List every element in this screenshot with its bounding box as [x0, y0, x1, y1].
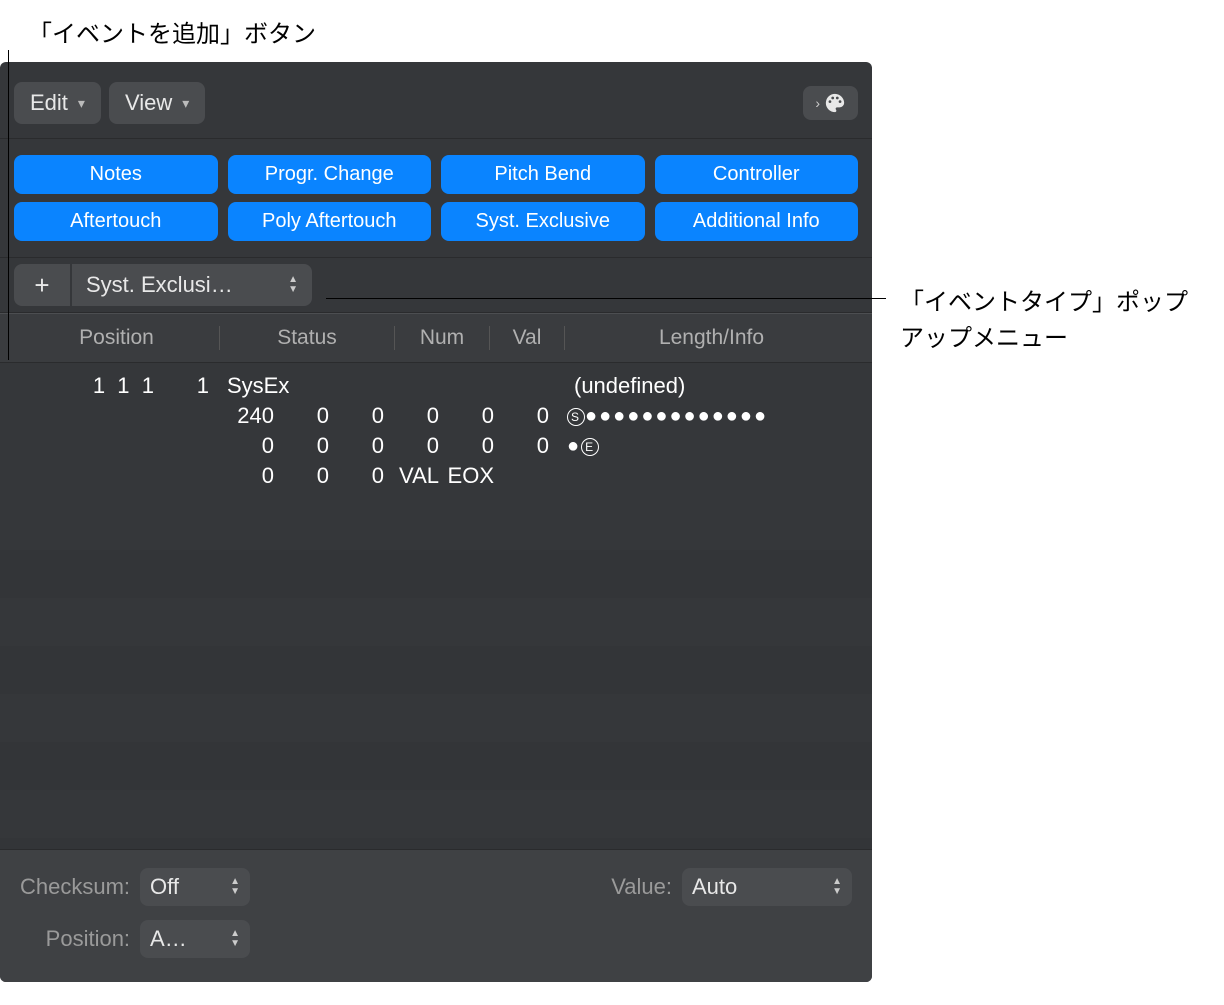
event-num[interactable]: [394, 371, 489, 401]
byte[interactable]: 0: [274, 401, 329, 431]
checksum-select[interactable]: Off ▲▼: [140, 868, 250, 906]
position-select[interactable]: A… ▲▼: [140, 920, 250, 958]
event-list-panel: Edit ▾ View ▾ › Notes Progr. Change Pitc…: [0, 62, 872, 982]
chevron-down-icon: ▾: [78, 95, 85, 112]
byte[interactable]: 0: [384, 431, 439, 461]
view-menu[interactable]: View ▾: [109, 82, 205, 124]
callout-add-button: 「イベントを追加」ボタン: [28, 14, 316, 49]
event-row[interactable]: 1 1 1 1 SysEx (undefined): [0, 371, 872, 401]
stepper-icon: ▲▼: [230, 929, 240, 949]
callout-event-type-popup: 「イベントタイプ」ポップ アップメニュー: [900, 285, 1188, 357]
byte[interactable]: 0: [439, 431, 494, 461]
chevron-right-icon: ›: [815, 95, 820, 111]
sysex-bytes-row1[interactable]: 240 0 0 0 0 0 S●●●●●●●●●●●●●: [14, 401, 872, 431]
byte[interactable]: 0: [384, 401, 439, 431]
empty-row: [0, 694, 872, 742]
event-status[interactable]: SysEx: [219, 371, 394, 401]
stepper-icon: ▲▼: [832, 877, 842, 897]
event-length-info[interactable]: (undefined): [564, 371, 858, 401]
col-status[interactable]: Status: [219, 326, 394, 350]
footer-controls: Checksum: Off ▲▼ Value: Auto ▲▼ Position…: [0, 849, 872, 982]
event-position[interactable]: 1 1 1 1: [14, 371, 219, 401]
stepper-icon: ▲▼: [230, 877, 240, 897]
byte[interactable]: 0: [439, 401, 494, 431]
sysex-bytes-row3[interactable]: 0 0 0 VAL EOX: [14, 461, 872, 491]
checksum-value: Off: [150, 874, 179, 900]
byte[interactable]: 0: [274, 461, 329, 491]
filter-additional-info[interactable]: Additional Info: [655, 202, 859, 241]
empty-row: [0, 742, 872, 790]
sysex-bytes-row2[interactable]: 0 0 0 0 0 0 ●E: [14, 431, 872, 461]
add-event-row: + Syst. Exclusi… ▲▼: [0, 258, 872, 313]
dot-sequence: ●●●●●●●●●●●●●: [585, 405, 768, 427]
col-length-info[interactable]: Length/Info: [564, 326, 858, 350]
col-position[interactable]: Position: [14, 326, 219, 350]
value-label: Value:: [611, 874, 672, 900]
color-palette-button[interactable]: ›: [803, 86, 858, 120]
byte[interactable]: 0: [494, 401, 549, 431]
empty-row: [0, 790, 872, 838]
byte[interactable]: 0: [329, 401, 384, 431]
byte[interactable]: 0: [329, 431, 384, 461]
add-event-button[interactable]: +: [14, 264, 70, 306]
sysex-dots-row2: ●E: [549, 431, 599, 461]
position-value: A…: [150, 926, 187, 952]
filter-progr-change[interactable]: Progr. Change: [228, 155, 432, 194]
circled-s-icon: S: [567, 408, 585, 426]
byte[interactable]: 0: [219, 461, 274, 491]
sysex-bytes: 240 0 0 0 0 0 S●●●●●●●●●●●●● 0 0 0 0 0 0…: [0, 401, 872, 491]
filter-grid: Notes Progr. Change Pitch Bend Controlle…: [0, 139, 872, 258]
empty-rows-area: [0, 502, 872, 842]
byte[interactable]: 0: [494, 431, 549, 461]
edit-menu-label: Edit: [30, 90, 68, 116]
edit-menu[interactable]: Edit ▾: [14, 82, 101, 124]
byte[interactable]: 0: [329, 461, 384, 491]
empty-row: [0, 502, 872, 550]
empty-row: [0, 646, 872, 694]
callout-text-line1: 「イベントタイプ」ポップ: [900, 289, 1188, 316]
column-headers: Position Status Num Val Length/Info: [0, 313, 872, 363]
byte[interactable]: 0: [274, 431, 329, 461]
byte-eox-label[interactable]: EOX: [439, 461, 494, 491]
filter-poly-aftertouch[interactable]: Poly Aftertouch: [228, 202, 432, 241]
event-type-label: Syst. Exclusi…: [86, 272, 233, 298]
filter-pitch-bend[interactable]: Pitch Bend: [441, 155, 645, 194]
sysex-dots-row1: S●●●●●●●●●●●●●: [549, 401, 768, 431]
byte[interactable]: 240: [219, 401, 274, 431]
callout-line-vertical: [8, 50, 9, 360]
filter-controller[interactable]: Controller: [655, 155, 859, 194]
callout-text-line2: アップメニュー: [900, 325, 1068, 352]
empty-row: [0, 598, 872, 646]
checksum-label: Checksum:: [20, 874, 130, 900]
view-menu-label: View: [125, 90, 172, 116]
filter-notes[interactable]: Notes: [14, 155, 218, 194]
filter-aftertouch[interactable]: Aftertouch: [14, 202, 218, 241]
filter-syst-exclusive[interactable]: Syst. Exclusive: [441, 202, 645, 241]
byte[interactable]: 0: [219, 431, 274, 461]
palette-icon: [824, 92, 846, 114]
event-val[interactable]: [489, 371, 564, 401]
byte-val-label[interactable]: VAL: [384, 461, 439, 491]
value-value: Auto: [692, 874, 737, 900]
stepper-icon: ▲▼: [288, 275, 298, 295]
callout-line-horizontal: [326, 298, 886, 299]
col-num[interactable]: Num: [394, 326, 489, 350]
chevron-down-icon: ▾: [182, 95, 189, 112]
event-type-popup[interactable]: Syst. Exclusi… ▲▼: [72, 264, 312, 306]
event-data-area: 1 1 1 1 SysEx (undefined) 240 0 0 0 0 0 …: [0, 363, 872, 491]
top-toolbar: Edit ▾ View ▾ ›: [0, 62, 872, 139]
empty-row: [0, 550, 872, 598]
dot: ●: [567, 435, 581, 457]
position-label: Position:: [20, 926, 130, 952]
plus-icon: +: [34, 270, 49, 301]
circled-e-icon: E: [581, 438, 599, 456]
value-select[interactable]: Auto ▲▼: [682, 868, 852, 906]
col-val[interactable]: Val: [489, 326, 564, 350]
